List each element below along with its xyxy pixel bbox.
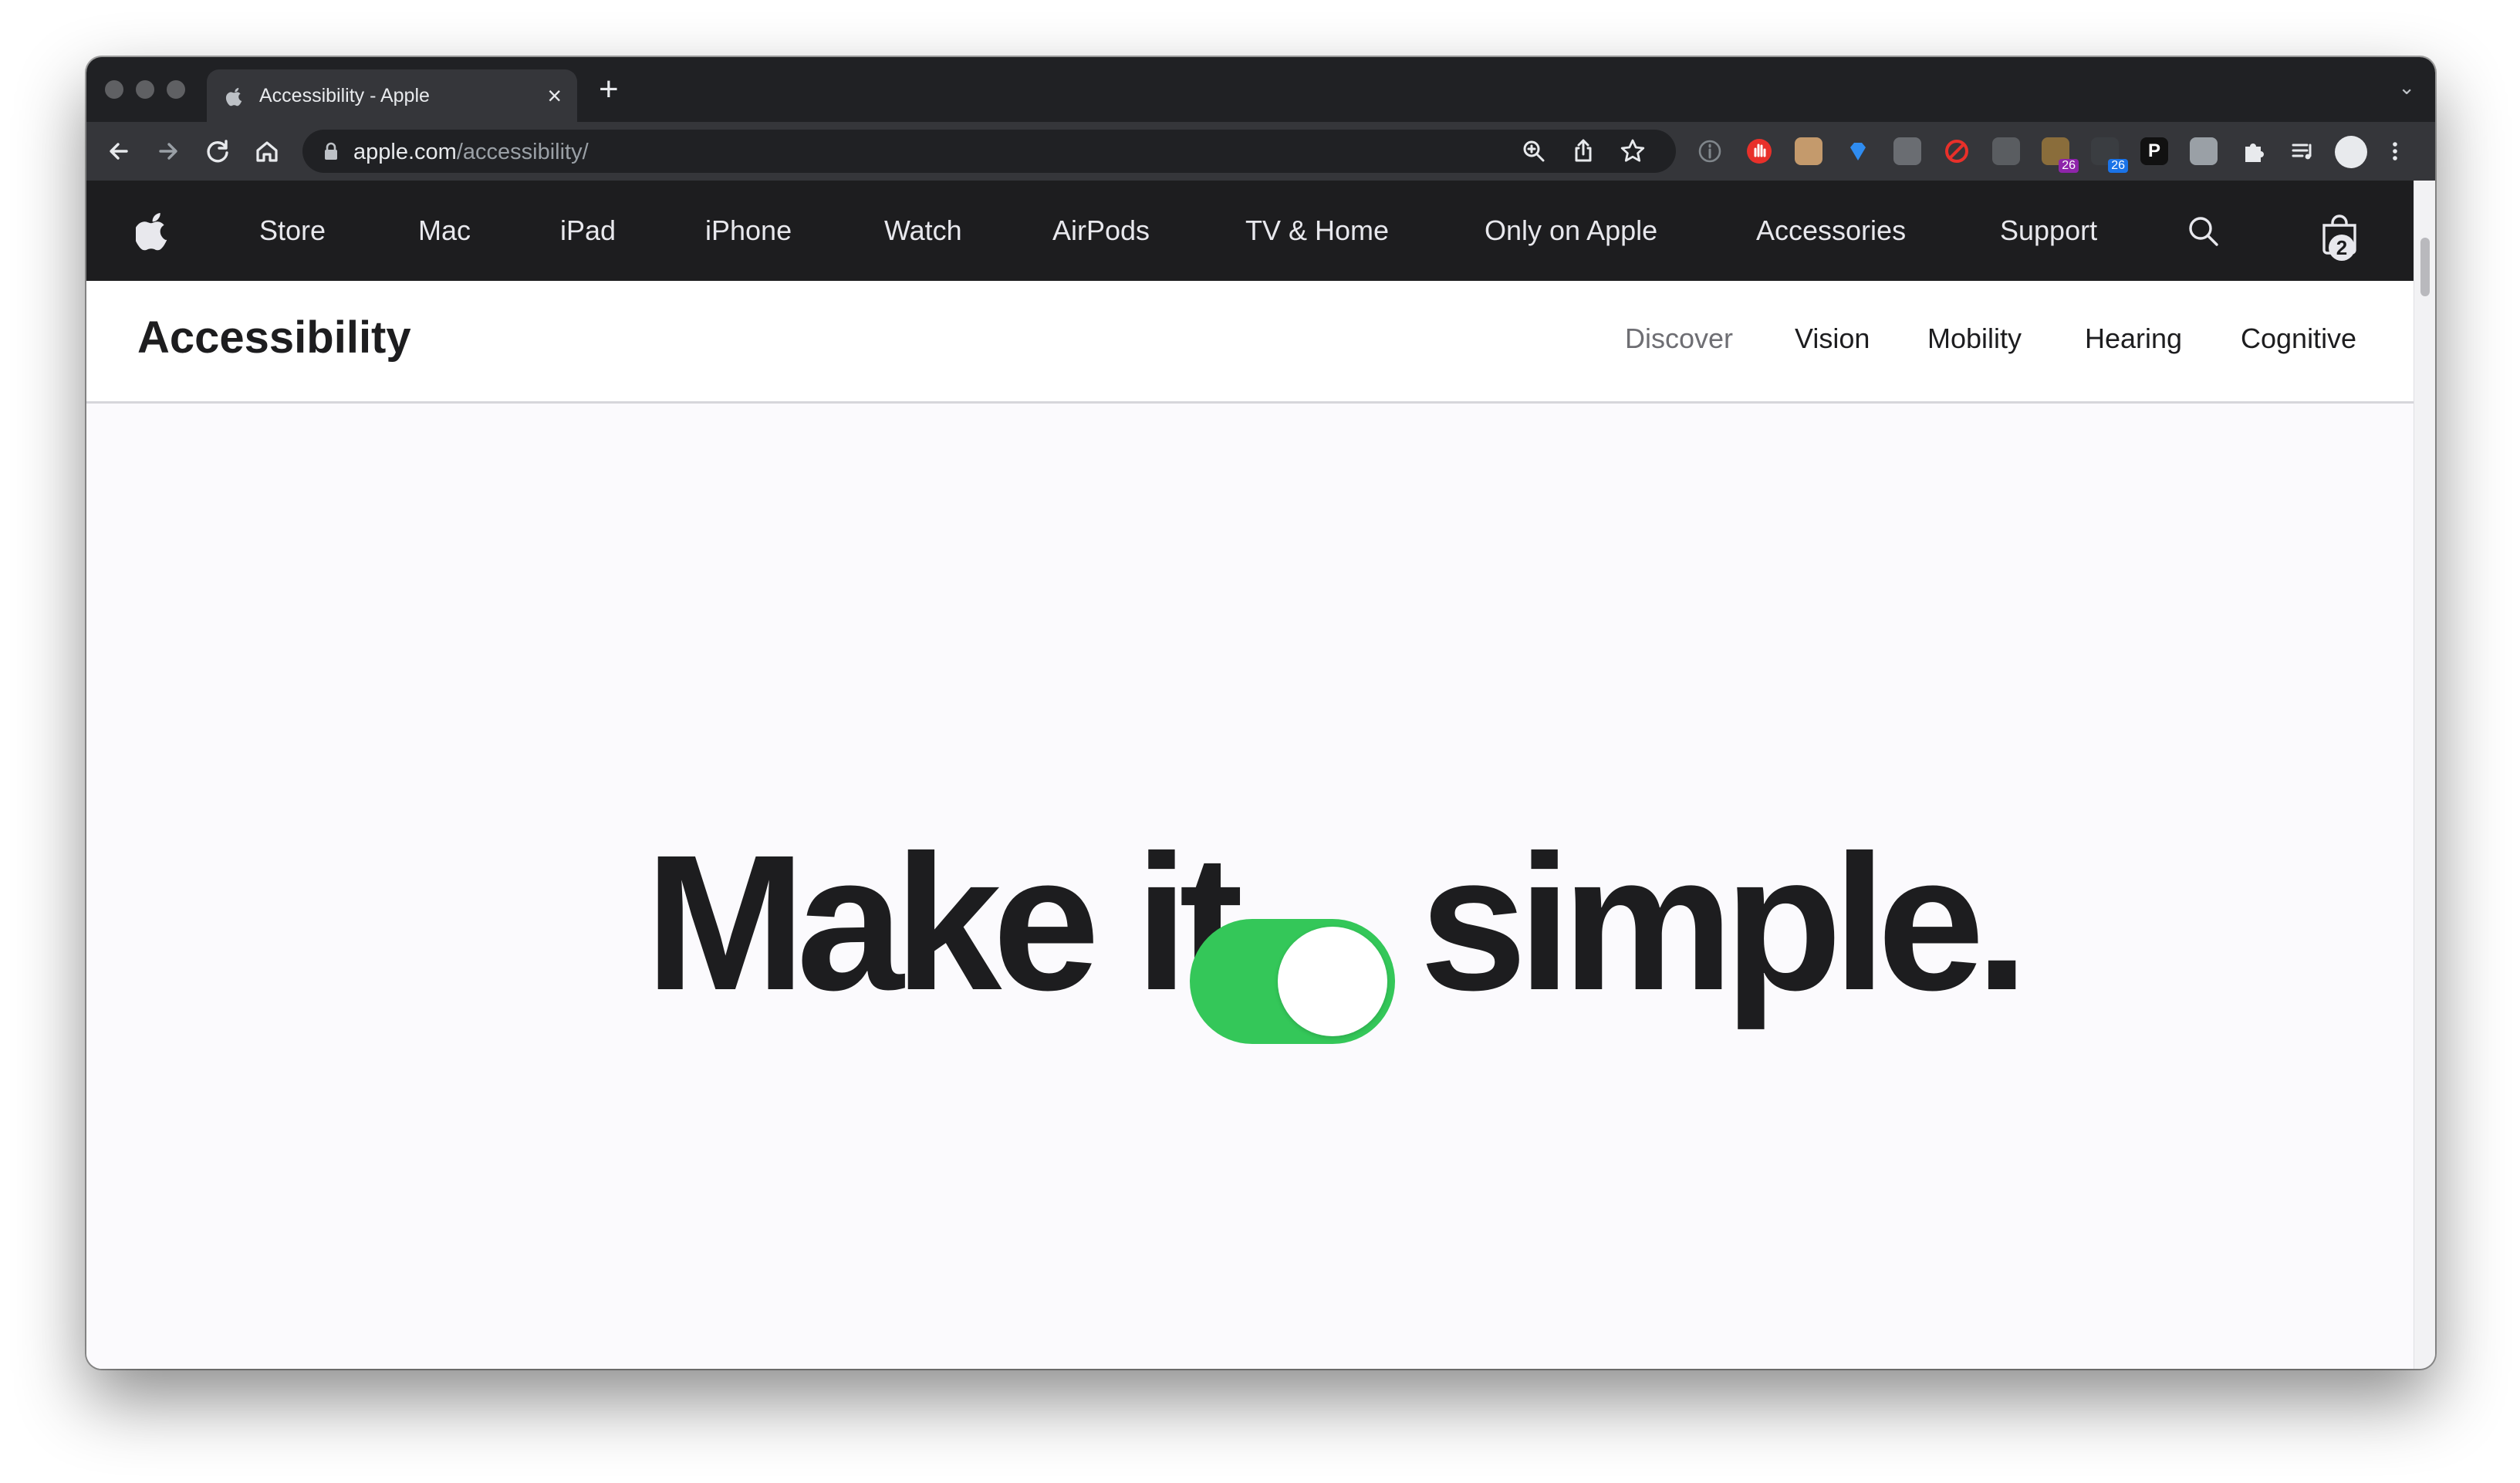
browser-toolbar: apple.com/accessibility/ 26 26 P	[86, 122, 2435, 181]
reload-icon[interactable]	[202, 136, 233, 167]
local-nav-vision[interactable]: Vision	[1795, 323, 1870, 355]
scroll-extension-icon[interactable]	[1795, 137, 1822, 165]
hero-text-make-it: Make it	[645, 815, 1244, 1030]
home-icon[interactable]	[252, 136, 282, 167]
square-extension-icon[interactable]	[2190, 137, 2218, 165]
page-scrollbar[interactable]	[2414, 181, 2435, 1369]
tab-strip: Accessibility - Apple × + ⌄	[86, 57, 2435, 122]
local-nav-mobility[interactable]: Mobility	[1927, 323, 2022, 355]
profile-avatar[interactable]	[2335, 136, 2367, 168]
nav-item-airpods[interactable]: AirPods	[1052, 181, 1150, 281]
zoom-window-button[interactable]	[167, 80, 185, 99]
share-icon[interactable]	[1569, 137, 1597, 165]
zoom-icon[interactable]	[1520, 137, 1548, 165]
local-nav-hearing[interactable]: Hearing	[2085, 323, 2182, 355]
url-domain: apple.com	[353, 140, 457, 164]
reading-list-icon[interactable]	[2289, 137, 2316, 165]
info-extension-icon[interactable]	[1696, 137, 1724, 165]
dots-extension-icon[interactable]: 26	[2091, 137, 2128, 173]
toggle-knob	[1278, 927, 1387, 1036]
close-window-button[interactable]	[105, 80, 123, 99]
hero-text-simple: simple.	[1420, 815, 2028, 1030]
nav-item-store[interactable]: Store	[259, 181, 326, 281]
hand-extension-icon[interactable]	[1745, 137, 1773, 165]
search-icon[interactable]	[2187, 215, 2219, 247]
apple-global-nav: Store Mac iPad iPhone Watch AirPods TV &…	[86, 181, 2414, 281]
nav-item-mac[interactable]: Mac	[418, 181, 471, 281]
scrollbar-thumb[interactable]	[2420, 238, 2430, 296]
new-tab-icon[interactable]: +	[599, 73, 619, 106]
diamond-extension-icon[interactable]	[1844, 137, 1872, 165]
bookmark-star-icon[interactable]	[1619, 137, 1647, 165]
url-path: /accessibility/	[456, 140, 589, 164]
page-title[interactable]: Accessibility	[137, 312, 411, 363]
nav-item-support[interactable]: Support	[2000, 181, 2097, 281]
browser-window: Accessibility - Apple × + ⌄ apple.com/ac…	[86, 57, 2435, 1369]
extension-badge: 26	[2108, 159, 2128, 173]
bag-count-badge: 2	[2329, 235, 2355, 261]
url-text: apple.com/accessibility/	[353, 140, 589, 165]
nav-item-accessories[interactable]: Accessories	[1756, 181, 1906, 281]
antenna-extension-icon[interactable]	[1992, 137, 2020, 165]
extension-badge: 26	[2059, 159, 2079, 173]
calendar-extension-icon[interactable]: 26	[2042, 137, 2079, 173]
forward-arrow-icon[interactable]	[153, 136, 184, 167]
apple-logo-icon[interactable]	[136, 210, 171, 252]
local-nav-discover[interactable]: Discover	[1625, 323, 1733, 355]
back-arrow-icon[interactable]	[103, 136, 134, 167]
keyboard-extension-icon[interactable]	[1893, 137, 1921, 165]
minimize-window-button[interactable]	[136, 80, 154, 99]
hero-section: Make it simple.	[86, 404, 2414, 1369]
hero-toggle-switch	[1190, 919, 1395, 1044]
nav-item-watch[interactable]: Watch	[884, 181, 962, 281]
p-extension-icon[interactable]: P	[2140, 137, 2168, 165]
local-nav-cognitive[interactable]: Cognitive	[2241, 323, 2356, 355]
nav-item-tv-home[interactable]: TV & Home	[1245, 181, 1389, 281]
kebab-menu-icon[interactable]	[2381, 137, 2409, 165]
tab-title: Accessibility - Apple	[259, 85, 430, 106]
address-bar[interactable]: apple.com/accessibility/	[302, 130, 1676, 173]
nav-item-only-on-apple[interactable]: Only on Apple	[1485, 181, 1657, 281]
puzzle-extensions-icon[interactable]	[2239, 137, 2267, 165]
nav-item-ipad[interactable]: iPad	[560, 181, 616, 281]
apple-favicon-icon	[225, 87, 242, 106]
lock-icon	[325, 142, 337, 160]
tab-close-icon[interactable]: ×	[547, 80, 562, 111]
chevron-down-icon[interactable]: ⌄	[2398, 76, 2415, 100]
tab-active[interactable]: Accessibility - Apple ×	[207, 69, 577, 122]
block-extension-icon[interactable]	[1943, 137, 1971, 165]
nav-item-iphone[interactable]: iPhone	[705, 181, 792, 281]
accessibility-local-nav: Accessibility Discover Vision Mobility H…	[86, 281, 2414, 404]
